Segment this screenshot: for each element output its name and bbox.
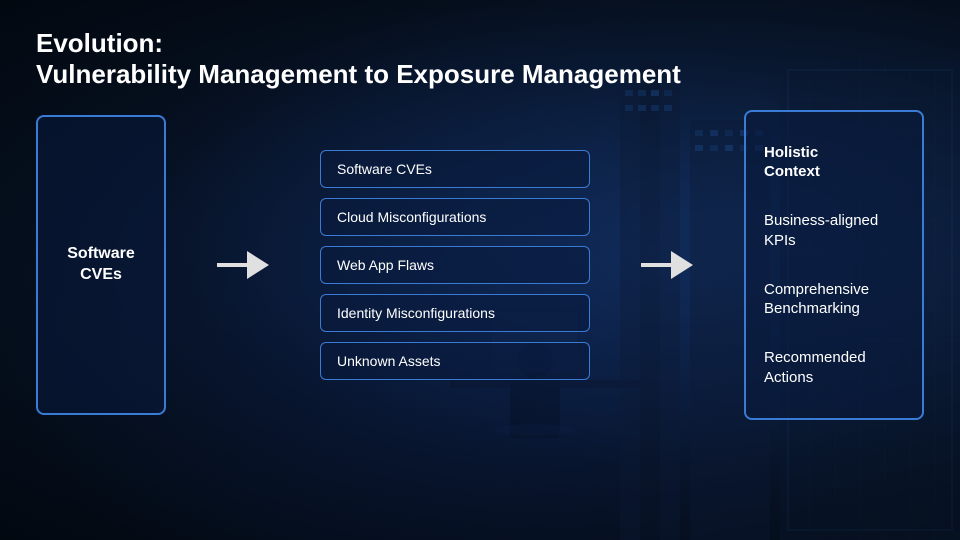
title-block: Evolution: Vulnerability Management to E… (36, 28, 924, 90)
left-box-software-cves: SoftwareCVEs (36, 115, 166, 415)
mid-box-cloud-misconfigurations: Cloud Misconfigurations (320, 198, 590, 236)
arrow-shaft-2 (641, 263, 671, 267)
title-line1: Evolution: (36, 28, 924, 59)
arrow-shape-1 (217, 251, 269, 279)
arrow-head-1 (247, 251, 269, 279)
left-box-label: SoftwareCVEs (67, 244, 135, 286)
arrow-1 (213, 251, 273, 279)
right-item-business-kpis: Business-alignedKPIs (764, 211, 904, 250)
mid-box-unknown-assets: Unknown Assets (320, 342, 590, 380)
main-content: Evolution: Vulnerability Management to E… (0, 0, 960, 540)
mid-box-identity-misconfigurations: Identity Misconfigurations (320, 294, 590, 332)
arrow-shaft-1 (217, 263, 247, 267)
right-box: HolisticContext Business-alignedKPIs Com… (744, 110, 924, 420)
arrow-2 (637, 251, 697, 279)
mid-box-software-cves: Software CVEs (320, 150, 590, 188)
mid-box-web-app-flaws: Web App Flaws (320, 246, 590, 284)
arrow-head-2 (671, 251, 693, 279)
diagram: SoftwareCVEs Software CVEs Cloud Misconf… (36, 110, 924, 420)
middle-boxes: Software CVEs Cloud Misconfigurations We… (320, 150, 590, 380)
arrow-shape-2 (641, 251, 693, 279)
right-item-holistic-context: HolisticContext (764, 143, 904, 182)
right-item-recommended-actions: RecommendedActions (764, 348, 904, 387)
title-line2: Vulnerability Management to Exposure Man… (36, 59, 924, 90)
right-item-benchmarking: ComprehensiveBenchmarking (764, 280, 904, 319)
